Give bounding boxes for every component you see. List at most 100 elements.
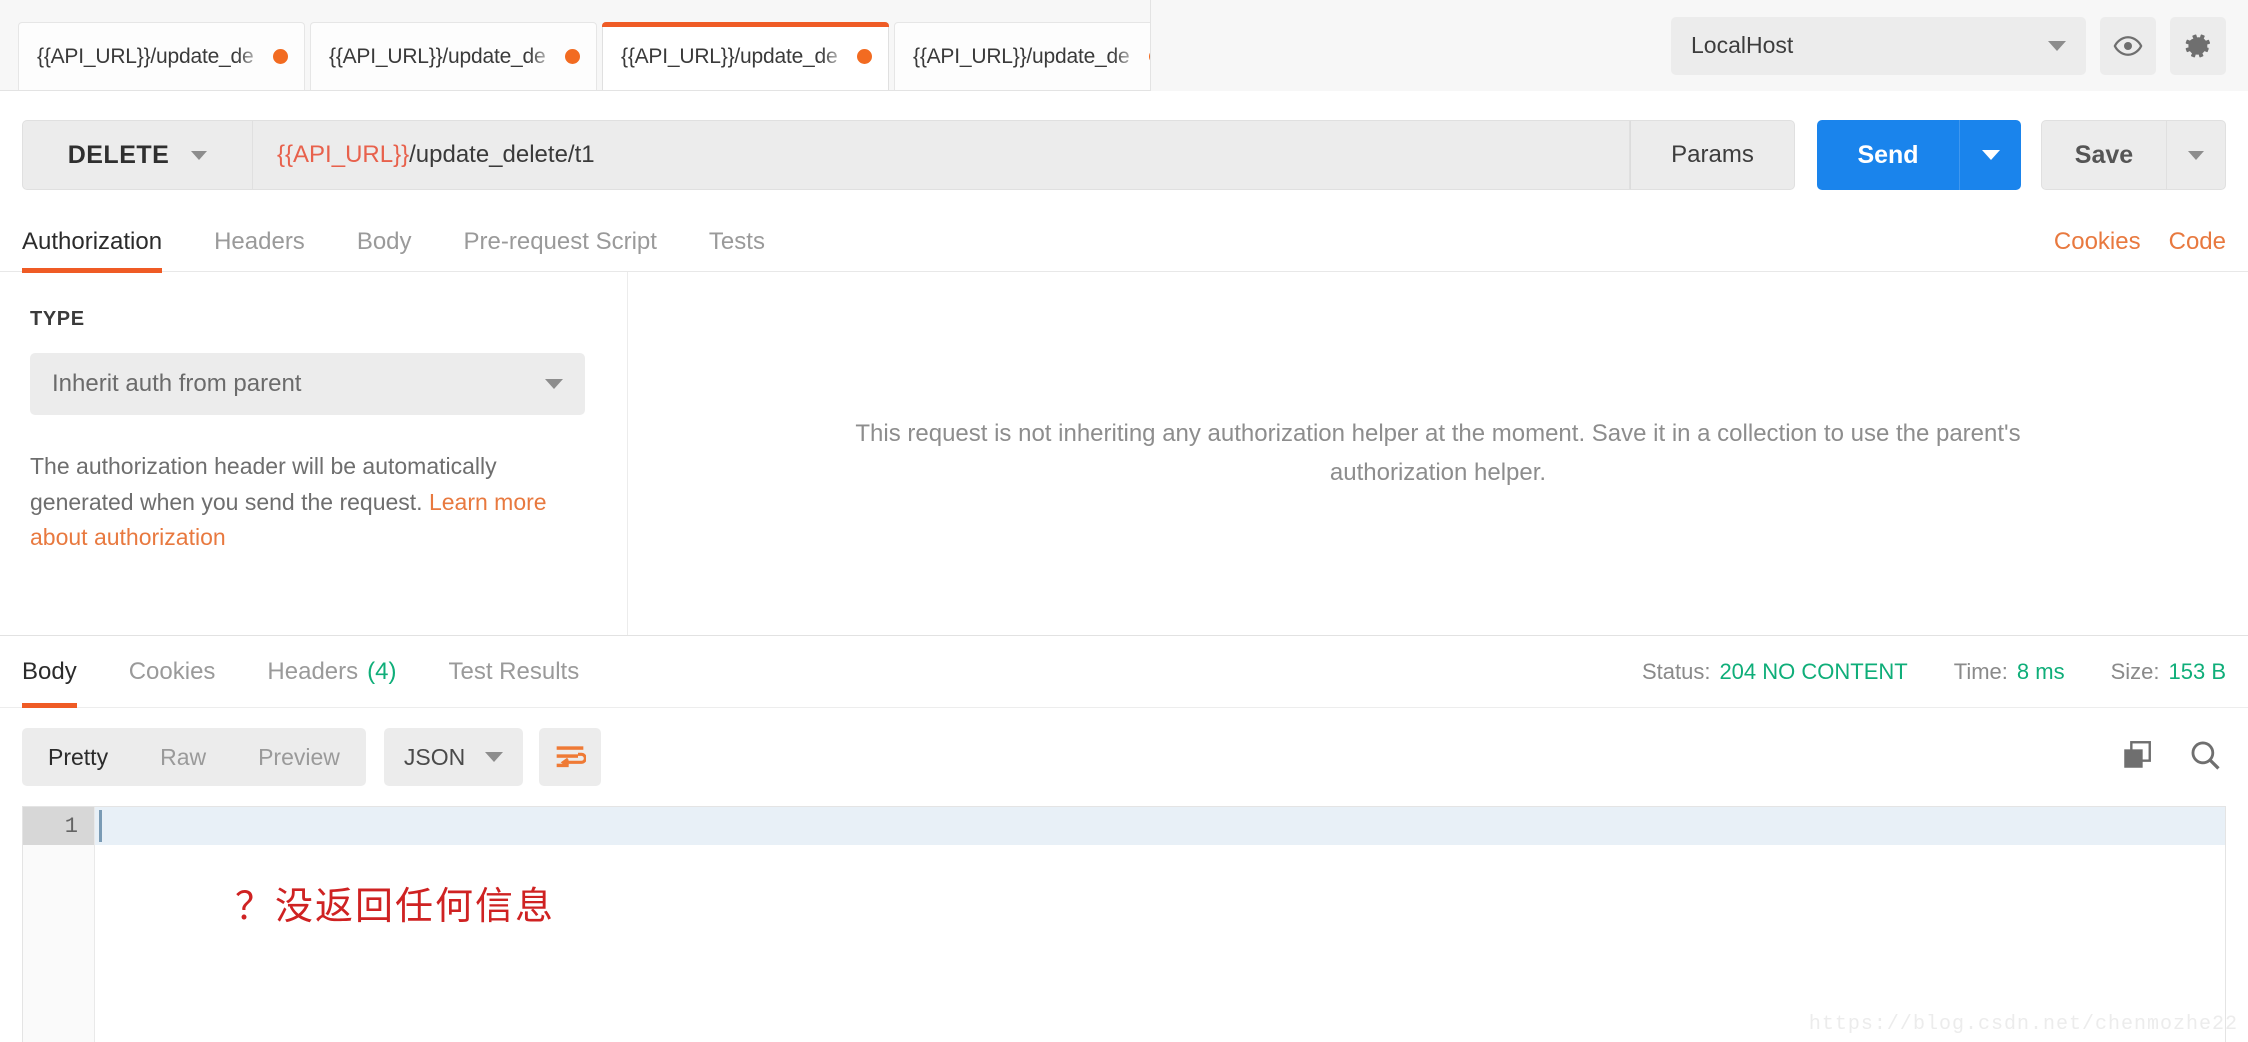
code-lines[interactable]: ？没返回任何信息 <box>95 807 2225 1042</box>
environment-quick-look-button[interactable] <box>2100 16 2156 75</box>
request-tab-3-active[interactable]: {{API_URL}}/update_de <box>602 22 889 90</box>
response-tab-headers[interactable]: Headers (4) <box>241 636 422 708</box>
tab-label: Tests <box>708 227 765 255</box>
chevron-down-icon <box>1981 150 2000 160</box>
settings-button[interactable] <box>2170 16 2226 75</box>
type-label: TYPE <box>30 308 85 330</box>
request-tab-bar: {{API_URL}}/update_de {{API_URL}}/update… <box>0 0 2248 91</box>
tab-label: Body <box>22 657 77 685</box>
request-tab-1[interactable]: {{API_URL}}/update_de <box>18 22 305 90</box>
tab-label: Cookies <box>128 657 216 685</box>
environment-zone: LocalHost <box>1150 0 2248 91</box>
response-tab-body[interactable]: Body <box>22 636 103 708</box>
time-label: Time: <box>1953 659 2008 684</box>
authorization-note: The authorization header will be automat… <box>30 449 570 556</box>
response-body-actions <box>2120 708 2222 806</box>
request-tab-label: {{API_URL}}/update_de <box>329 44 546 68</box>
params-button[interactable]: Params <box>1630 120 1795 190</box>
response-tab-test-results[interactable]: Test Results <box>422 636 605 708</box>
wrap-lines-icon <box>556 746 587 768</box>
authorization-note-text: The authorization header will be automat… <box>30 453 497 515</box>
time-value: 8 ms <box>2016 659 2065 684</box>
response-tab-cookies[interactable]: Cookies <box>103 636 242 708</box>
send-options-button[interactable] <box>1959 120 2021 190</box>
chevron-down-icon <box>485 752 504 762</box>
format-label: JSON <box>403 743 466 770</box>
authorization-message-column: This request is not inheriting any autho… <box>628 272 2248 635</box>
auth-type-value: Inherit auth from parent <box>52 370 302 397</box>
postman-window: {{API_URL}}/update_de {{API_URL}}/update… <box>0 0 2248 1042</box>
environment-name: LocalHost <box>1691 32 1794 58</box>
copy-icon <box>2124 740 2151 768</box>
size-label: Size: <box>2110 659 2160 684</box>
status-label: Status: <box>1641 659 1711 684</box>
save-options-button[interactable] <box>2166 120 2226 190</box>
format-selector[interactable]: JSON <box>383 728 524 786</box>
method-label: DELETE <box>67 140 170 169</box>
line-number-gutter: 1 <box>23 807 95 1042</box>
request-tab-label: {{API_URL}}/update_de <box>37 44 254 68</box>
view-mode-preview[interactable]: Preview <box>232 744 366 771</box>
view-mode-pretty[interactable]: Pretty <box>22 744 134 771</box>
environment-selector[interactable]: LocalHost <box>1671 16 2086 75</box>
code-link[interactable]: Code <box>2169 228 2226 256</box>
status-value: 204 NO CONTENT <box>1719 659 1908 684</box>
unsaved-dot-icon[interactable] <box>857 49 872 64</box>
tab-tests[interactable]: Tests <box>683 212 791 272</box>
response-meta: Status: 204 NO CONTENT Time: 8 ms Size: 153… <box>1642 636 2226 708</box>
chevron-down-icon <box>2048 40 2066 51</box>
size-group: Size: 153 B <box>2111 659 2226 685</box>
method-selector[interactable]: DELETE <box>22 120 252 190</box>
tab-label: Authorization <box>22 227 163 255</box>
copy-button[interactable] <box>2120 738 2154 777</box>
save-label: Save <box>2074 140 2134 169</box>
request-links: Cookies Code <box>2054 212 2226 272</box>
time-group: Time: 8 ms <box>1954 659 2065 685</box>
gear-icon <box>2185 33 2211 57</box>
inherit-auth-message: This request is not inheriting any autho… <box>855 420 2021 486</box>
send-label: Send <box>1857 140 1919 169</box>
url-row: DELETE {{API_URL}}/update_delete/t1 Para… <box>0 110 2248 200</box>
tab-body[interactable]: Body <box>331 212 438 272</box>
save-button[interactable]: Save <box>2041 120 2166 190</box>
tab-pre-request-script[interactable]: Pre-request Script <box>438 212 683 272</box>
tab-label: Headers <box>214 227 305 255</box>
send-button[interactable]: Send <box>1817 120 1959 190</box>
text-cursor <box>99 810 102 842</box>
url-variable: {{API_URL}} <box>277 141 410 168</box>
wrap-lines-button[interactable] <box>539 728 602 786</box>
auth-type-select[interactable]: Inherit auth from parent <box>30 353 585 415</box>
size-value: 153 B <box>2168 659 2227 684</box>
request-tab-label: {{API_URL}}/update_de <box>913 44 1130 68</box>
tab-label: Pre-request Script <box>463 227 657 255</box>
request-tabs-strip: {{API_URL}}/update_de {{API_URL}}/update… <box>0 0 1308 90</box>
chevron-down-icon <box>191 150 208 160</box>
request-tab-4[interactable]: {{API_URL}}/update_de <box>894 22 1181 90</box>
send-group: Send <box>1817 120 2021 190</box>
code-line-1[interactable] <box>95 807 2225 845</box>
view-mode-segmented: Pretty Raw Preview <box>22 728 366 786</box>
unsaved-dot-icon[interactable] <box>273 49 288 64</box>
headers-count-badge: (4) <box>367 657 397 685</box>
response-body-editor[interactable]: 1 ？没返回任何信息 <box>22 806 2226 1042</box>
save-group: Save <box>2041 120 2226 190</box>
response-body-toolbar: Pretty Raw Preview JSON <box>0 708 2248 806</box>
request-tab-label: {{API_URL}}/update_de <box>621 44 838 68</box>
eye-icon <box>2113 35 2143 56</box>
url-input[interactable]: {{API_URL}}/update_delete/t1 <box>252 120 1630 190</box>
line-number: 1 <box>23 807 94 845</box>
tab-headers[interactable]: Headers <box>188 212 331 272</box>
request-tab-2[interactable]: {{API_URL}}/update_de <box>310 22 597 90</box>
tab-label: Headers <box>267 657 359 685</box>
chevron-down-icon <box>2188 150 2204 160</box>
url-path: /update_delete/t1 <box>409 141 595 168</box>
cookies-link[interactable]: Cookies <box>2054 228 2141 256</box>
authorization-type-column: TYPE Inherit auth from parent The author… <box>0 272 628 635</box>
params-label: Params <box>1671 141 1754 168</box>
request-section-tabs: Authorization Headers Body Pre-request S… <box>0 212 2248 273</box>
authorization-panel: TYPE Inherit auth from parent The author… <box>0 272 2248 636</box>
unsaved-dot-icon[interactable] <box>565 49 580 64</box>
view-mode-raw[interactable]: Raw <box>134 744 232 771</box>
search-button[interactable] <box>2188 738 2222 777</box>
tab-authorization[interactable]: Authorization <box>22 212 188 273</box>
